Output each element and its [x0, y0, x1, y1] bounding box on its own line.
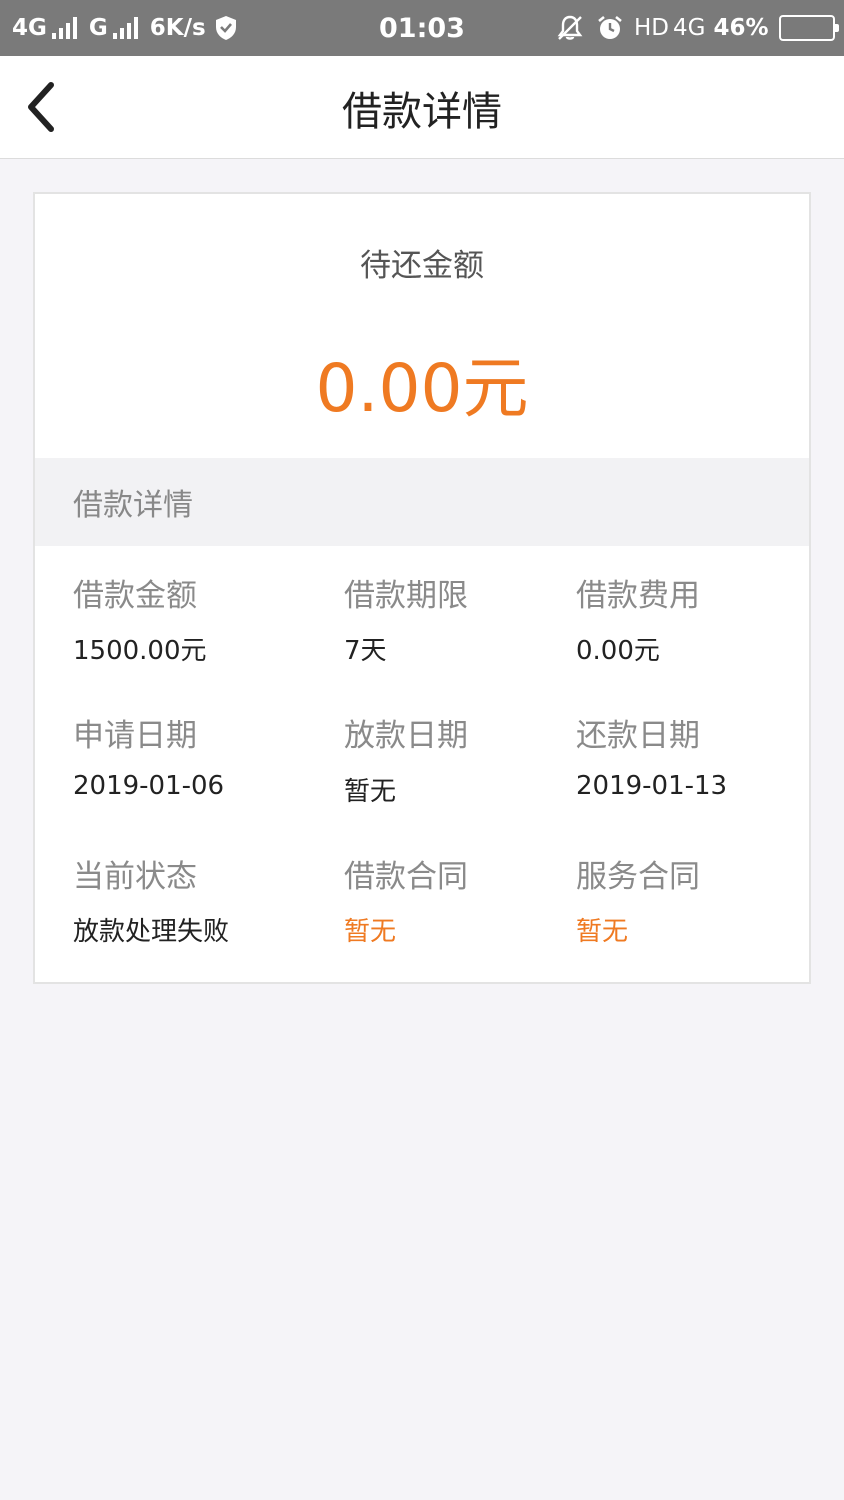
disburse-date-value: 暂无	[344, 777, 397, 807]
network-type-label-3: 4G	[673, 15, 706, 41]
pending-amount-label: 待还金额	[360, 248, 484, 284]
page-title: 借款详情	[342, 88, 502, 135]
repay-date-value: 2019-01-13	[576, 771, 728, 801]
loan-fee-label: 借款费用	[576, 578, 700, 614]
apply-date-value: 2019-01-06	[73, 771, 225, 801]
battery-percent: 46%	[713, 15, 769, 41]
pending-amount-value: 0.00元	[315, 350, 529, 427]
alarm-clock-icon	[596, 14, 624, 42]
notifications-off-icon	[556, 14, 584, 42]
loan-contract-link[interactable]: 暂无	[344, 911, 396, 948]
status-bar: 4G G 6K/s 01:03 HD 4G 46%	[0, 0, 844, 56]
current-status-label: 当前状态	[73, 859, 197, 895]
hd-label: HD	[634, 15, 670, 41]
service-contract-link[interactable]: 暂无	[576, 911, 628, 948]
repay-date-label: 还款日期	[576, 718, 700, 754]
loan-fee-value: 0.00元	[576, 636, 660, 666]
loan-term-label: 借款期限	[344, 578, 468, 614]
service-contract-label: 服务合同	[576, 859, 700, 895]
disburse-date-label: 放款日期	[344, 718, 468, 754]
nav-bar: 借款详情	[0, 56, 844, 159]
status-icons-right: HD 4G 46%	[556, 0, 839, 56]
apply-date-label: 申请日期	[73, 718, 197, 754]
details-section-header: 借款详情	[35, 458, 809, 546]
loan-contract-label: 借款合同	[344, 859, 468, 895]
loan-term-value: 7天	[344, 636, 387, 666]
chevron-left-icon	[28, 82, 54, 132]
battery-icon	[778, 15, 839, 41]
loan-amount-value: 1500.00元	[73, 636, 207, 666]
back-button[interactable]	[10, 74, 70, 140]
current-status-value: 放款处理失败	[73, 917, 230, 947]
loan-amount-label: 借款金额	[73, 578, 197, 614]
details-section-title: 借款详情	[73, 488, 193, 523]
